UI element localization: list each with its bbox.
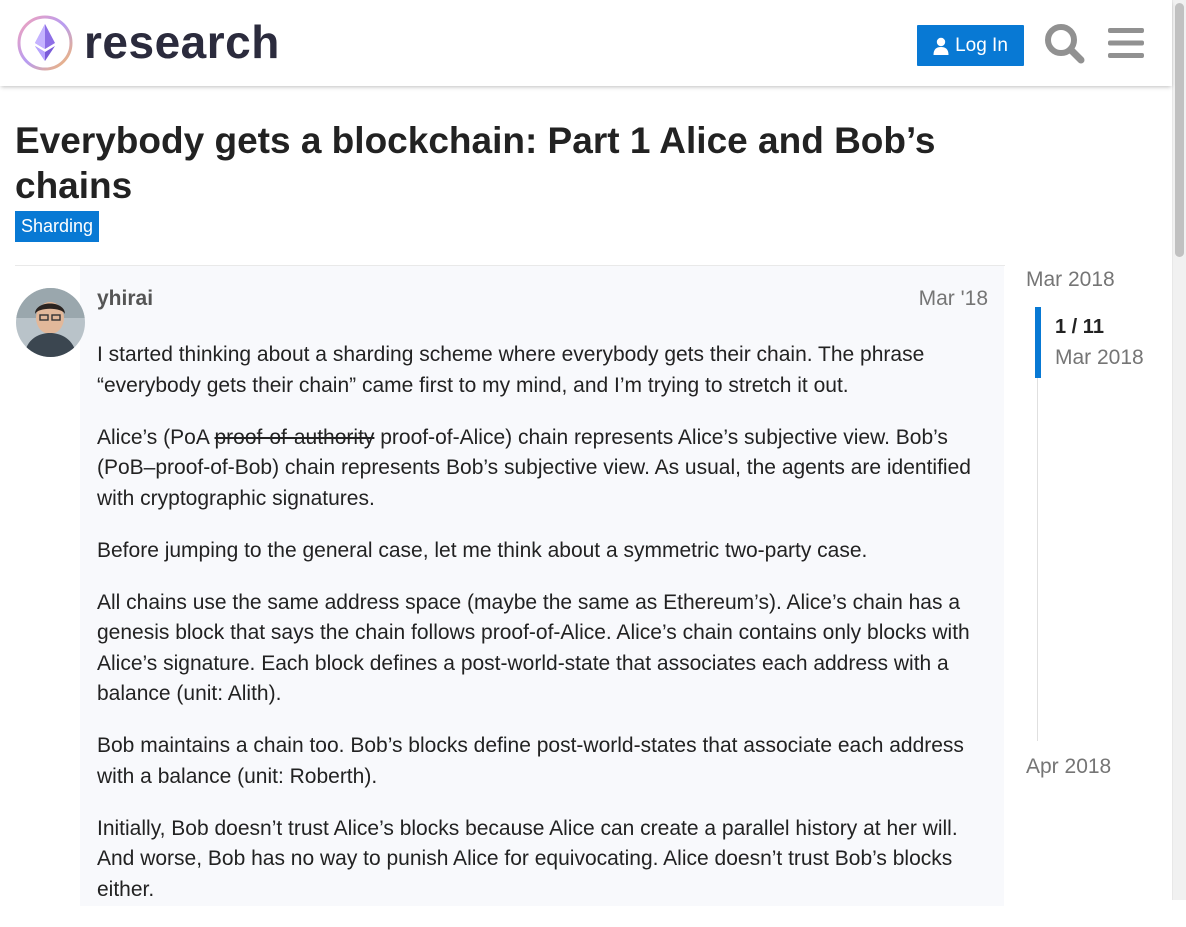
post-paragraph: Before jumping to the general case, let … [97,538,868,562]
user-icon [933,37,949,55]
post-paragraph: I started thinking about a sharding sche… [97,343,925,397]
timeline-handle[interactable] [1035,307,1041,378]
post-paragraph: Initially, Bob doesn’t trust Alice’s blo… [97,816,958,901]
search-icon[interactable] [1044,20,1086,66]
post-author[interactable]: yhirai [97,286,153,312]
post-date[interactable]: Mar '18 [919,286,988,312]
post-paragraph: All chains use the same address space (m… [97,590,970,706]
timeline-end-date[interactable]: Apr 2018 [1026,754,1111,780]
post-paragraph: Bob maintains a chain too. Bob’s blocks … [97,734,964,788]
timeline-start-date[interactable]: Mar 2018 [1026,267,1115,293]
page-scrollbar[interactable] [1172,0,1186,900]
avatar[interactable] [16,288,85,357]
scrollbar-thumb[interactable] [1175,3,1184,257]
topic-title[interactable]: Everybody gets a blockchain: Part 1 Alic… [15,118,1015,208]
struck-text: proof-of-authority [214,425,375,449]
category-badge[interactable]: Sharding [15,211,100,242]
site-header: research Log In [0,0,1172,86]
post-paragraph: Alice’s (PoA proof-of-authority proof-of… [97,423,997,515]
post-body: I started thinking about a sharding sche… [97,340,997,927]
timeline-current-date: Mar 2018 [1055,346,1144,369]
site-logo-icon[interactable] [16,14,74,72]
login-button[interactable]: Log In [917,25,1024,66]
site-name[interactable]: research [84,14,280,70]
post-text: Alice’s (PoA [97,425,215,449]
hamburger-menu-icon[interactable] [1106,20,1148,66]
timeline-position: 1 / 11 [1055,316,1104,338]
login-label: Log In [955,34,1008,56]
